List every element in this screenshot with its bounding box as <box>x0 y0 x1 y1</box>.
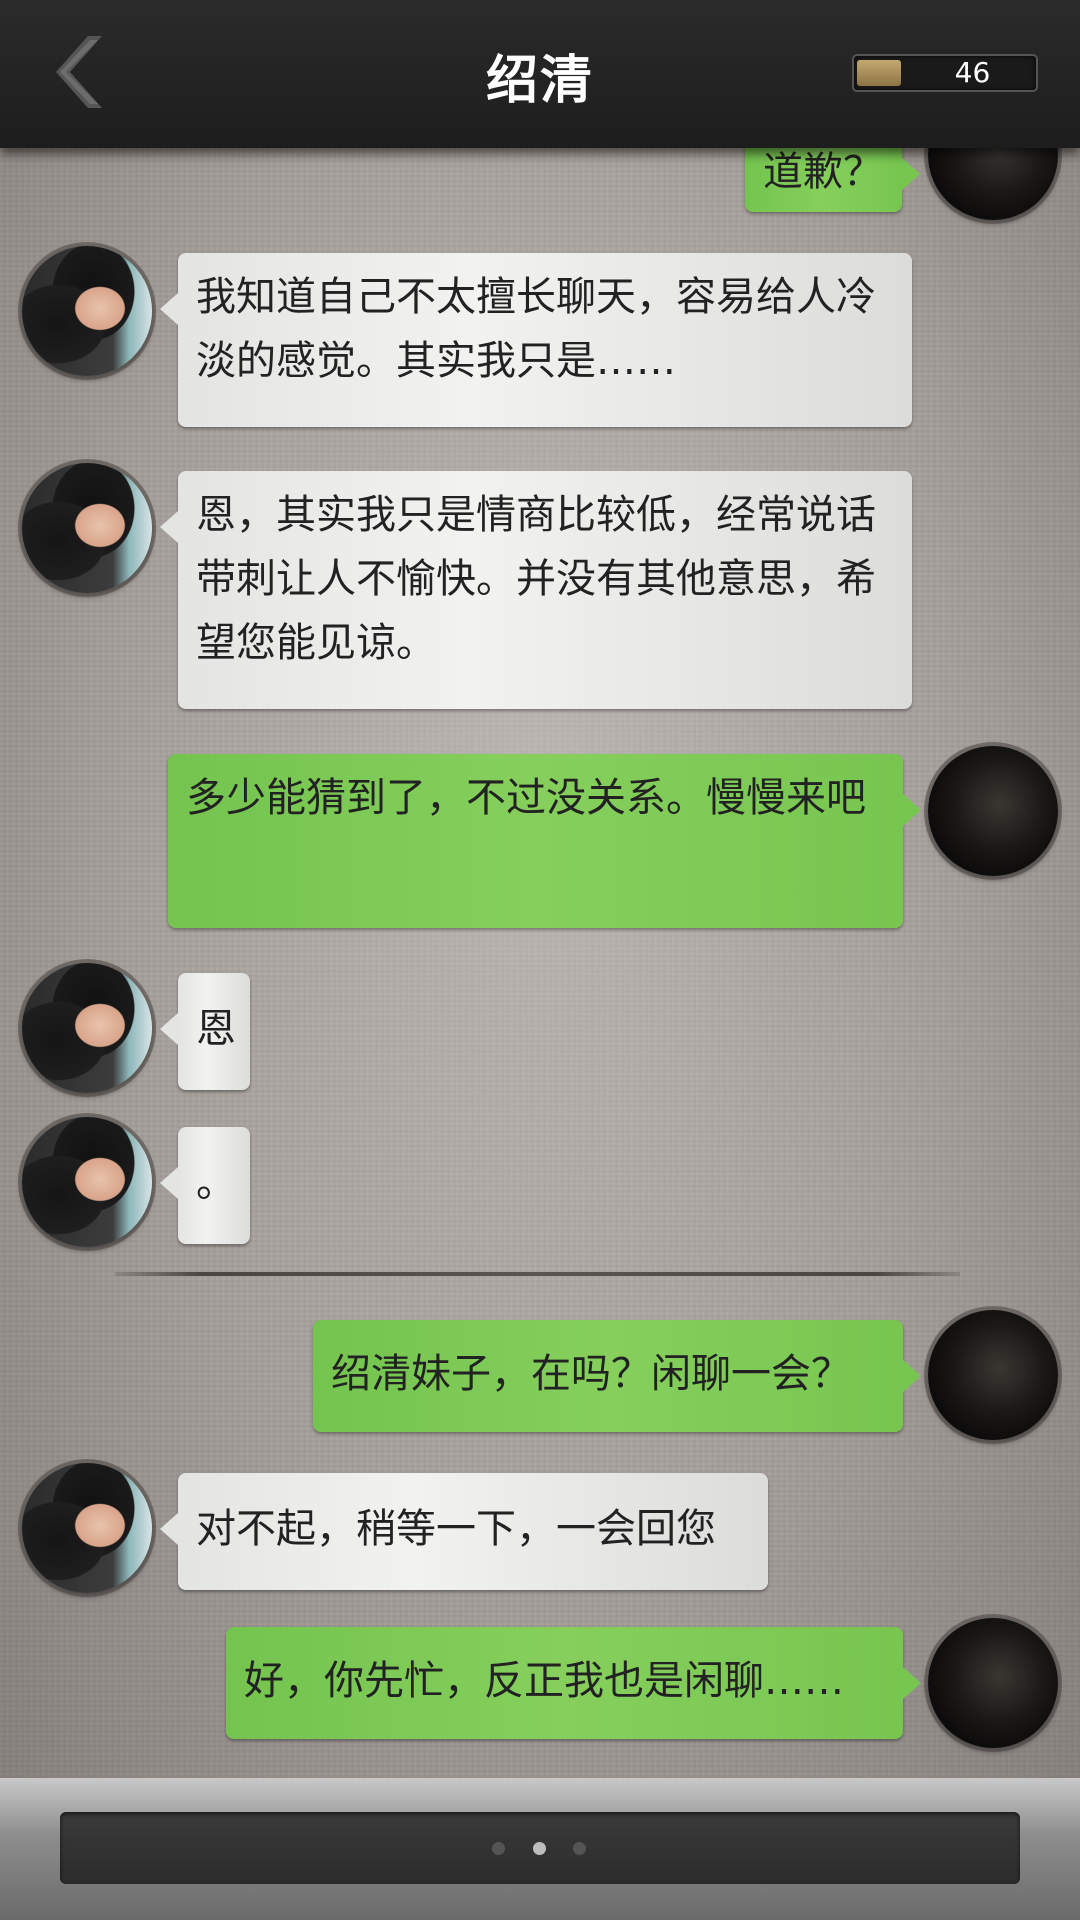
page-dot <box>492 1842 505 1855</box>
my-avatar[interactable] <box>928 746 1058 876</box>
contact-avatar[interactable] <box>22 246 152 376</box>
contact-avatar[interactable] <box>22 463 152 593</box>
my-avatar[interactable] <box>928 1618 1058 1748</box>
message-bubble-outgoing: 好，你先忙，反正我也是闲聊…… <box>226 1627 921 1739</box>
page-dot <box>573 1842 586 1855</box>
message-bubble-incoming: 。 <box>160 1127 250 1244</box>
message-bubble-incoming: 恩 <box>160 973 250 1090</box>
page-dot-active <box>533 1842 546 1855</box>
coin-counter: 46 <box>852 54 1038 92</box>
coin-count: 46 <box>954 56 991 89</box>
bottom-bar <box>0 1778 1080 1920</box>
contact-avatar[interactable] <box>22 1463 152 1593</box>
contact-avatar[interactable] <box>22 1117 152 1247</box>
coin-icon <box>857 60 901 86</box>
message-bubble-incoming: 恩，其实我只是情商比较低，经常说话带刺让人不愉快。并没有其他意思，希望您能见谅。 <box>160 471 912 709</box>
my-avatar[interactable] <box>928 1310 1058 1440</box>
message-bubble-incoming: 我知道自己不太擅长聊天，容易给人冷淡的感觉。其实我只是…… <box>160 253 912 427</box>
conversation-divider <box>115 1272 960 1276</box>
reply-options-panel[interactable] <box>60 1812 1020 1884</box>
message-bubble-incoming: 对不起，稍等一下，一会回您 <box>160 1473 768 1590</box>
contact-avatar[interactable] <box>22 963 152 1093</box>
message-bubble-outgoing: 多少能猜到了，不过没关系。慢慢来吧 <box>168 754 921 928</box>
top-bar: 绍清 46 <box>0 0 1080 148</box>
message-bubble-outgoing: 绍清妹子，在吗？闲聊一会？ <box>313 1320 921 1432</box>
